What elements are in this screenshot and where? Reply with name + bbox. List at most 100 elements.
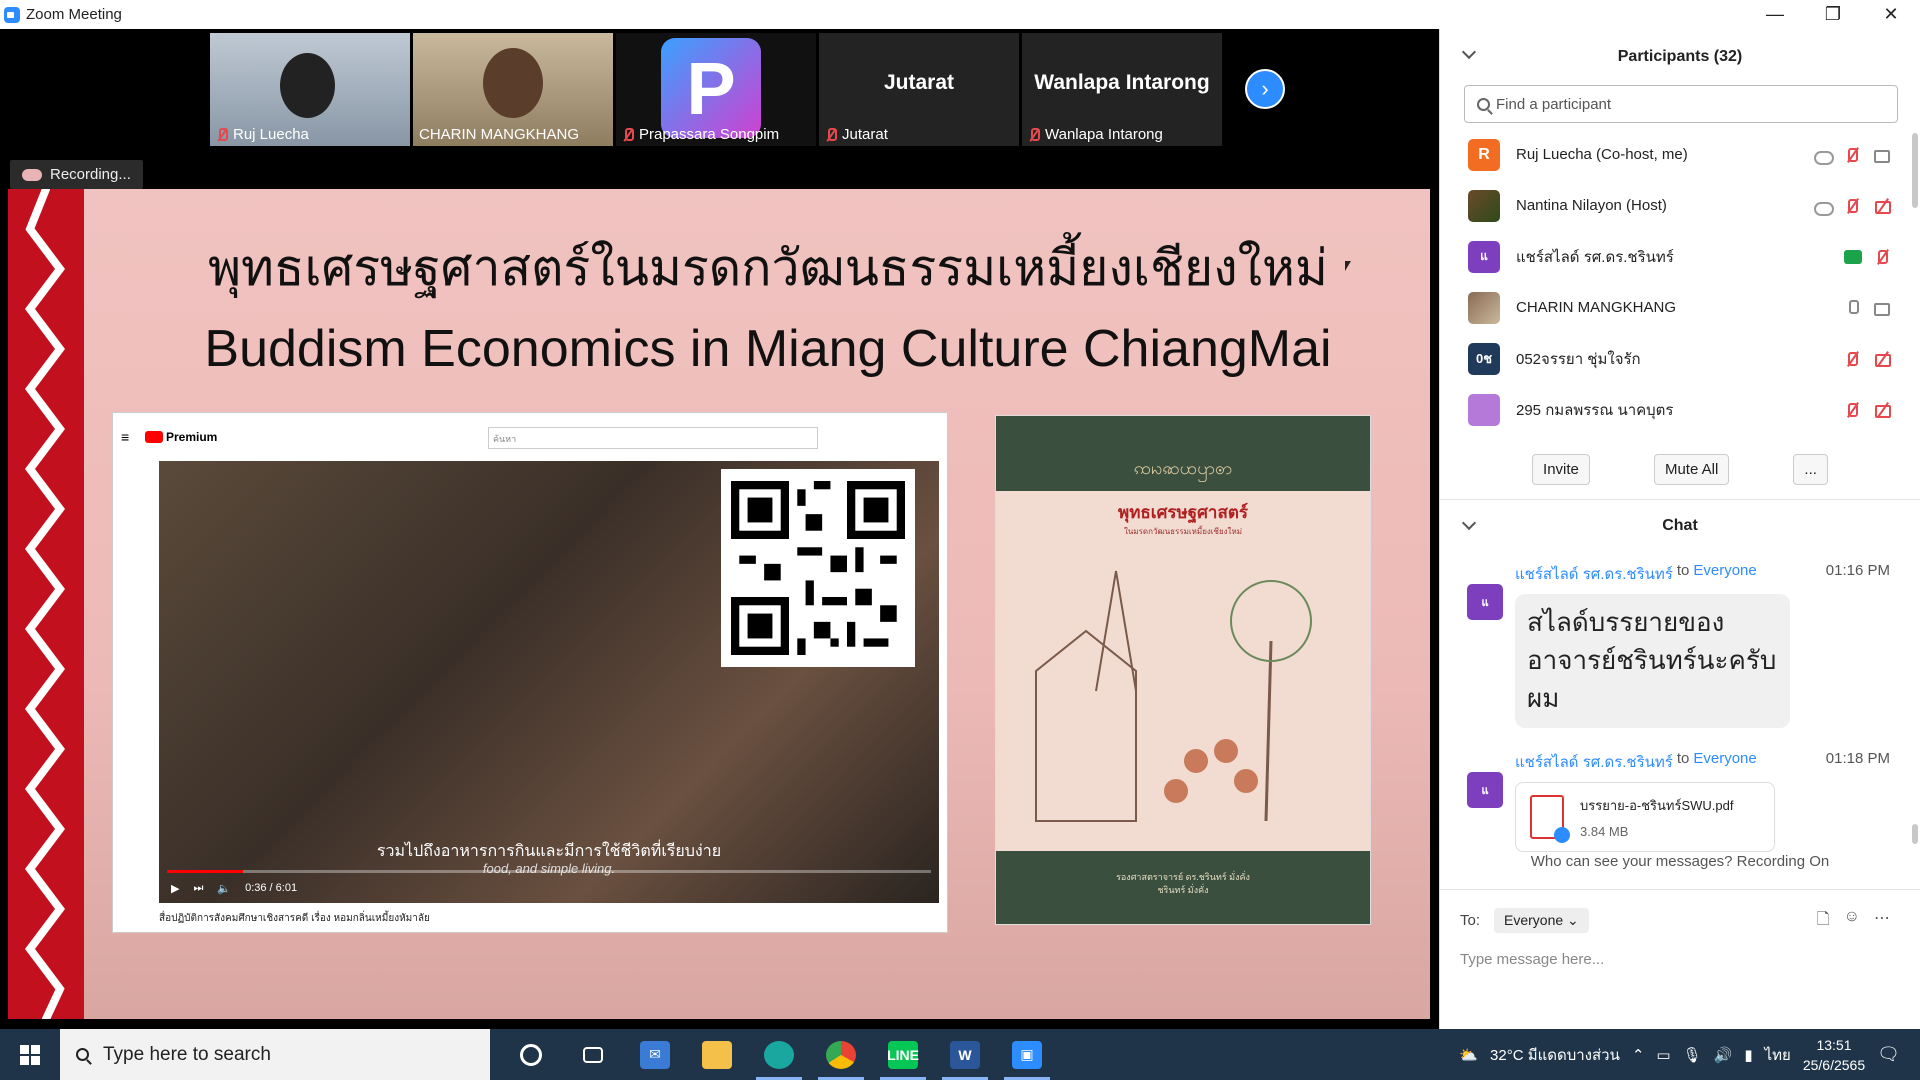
zoom-app-icon bbox=[4, 6, 20, 23]
chat-recipient-value: Everyone bbox=[1504, 912, 1564, 928]
meet-now-icon[interactable]: ▭ bbox=[1656, 1046, 1670, 1064]
zigzag-decoration bbox=[25, 189, 65, 1019]
collapse-chevron-icon[interactable] bbox=[1461, 515, 1477, 531]
slide-decoration bbox=[8, 189, 84, 1019]
participant-row[interactable]: 0ช 052จรรยา ชุ่มใจรัก bbox=[1440, 333, 1920, 384]
close-button[interactable]: ✕ bbox=[1862, 0, 1920, 29]
video-tile[interactable]: P Prapassara Songpim bbox=[616, 33, 816, 146]
book-author-line2: ชรินทร์ มั่งคั่ง bbox=[1157, 885, 1209, 895]
collapse-chevron-icon[interactable] bbox=[1461, 44, 1477, 60]
window-controls: — ❐ ✕ bbox=[1746, 0, 1920, 29]
book-top-script: ꩡꩢꩣꩤꩥꩦ bbox=[1133, 458, 1233, 478]
word-icon[interactable]: W bbox=[934, 1029, 996, 1080]
participant-row[interactable]: แ แชร์สไลด์ รศ.ดร.ชรินทร์ bbox=[1440, 231, 1920, 282]
start-button[interactable] bbox=[0, 1029, 60, 1080]
video-tile[interactable]: Wanlapa Intarong Wanlapa Intarong bbox=[1022, 33, 1222, 146]
minimize-button[interactable]: — bbox=[1746, 0, 1804, 29]
next-page-icon[interactable]: › bbox=[1245, 69, 1285, 109]
chat-message-input[interactable]: Type message here... bbox=[1460, 951, 1900, 968]
mic-muted-icon[interactable] bbox=[1844, 198, 1862, 214]
slide-thai-title: พุทธเศรษฐศาสตร์ในมรดกวัฒนธรรมเหมี้ยงเชีย… bbox=[208, 239, 1328, 297]
weather-text[interactable]: 32°C มีแดดบางส่วน bbox=[1490, 1043, 1620, 1067]
avatar: แ bbox=[1467, 772, 1503, 808]
side-panel: Participants (32) Find a participant R R… bbox=[1439, 29, 1920, 1029]
recording-indicator[interactable]: Recording... bbox=[10, 160, 143, 189]
youtube-search-box: ค้นหา bbox=[488, 427, 818, 449]
mic-muted-icon[interactable] bbox=[1874, 249, 1892, 265]
chat-file-attachment[interactable]: บรรยาย-อ-ชรินทร์SWU.pdf 3.84 MB bbox=[1515, 782, 1775, 852]
chevron-up-icon[interactable]: ⌃ bbox=[1632, 1046, 1645, 1064]
edge-icon[interactable] bbox=[748, 1029, 810, 1080]
recording-label: Recording... bbox=[50, 166, 131, 183]
meeting-stage: Ruj Luecha CHARIN MANGKHANG P Prapassara… bbox=[0, 29, 1439, 1029]
chat-sender[interactable]: แชร์สไลด์ รศ.ดร.ชรินทร์ bbox=[1515, 562, 1673, 586]
mic-muted-icon bbox=[825, 127, 837, 142]
participant-row[interactable]: CHARIN MANGKHANG bbox=[1440, 282, 1920, 333]
chat-scrollbar[interactable] bbox=[1912, 824, 1918, 844]
microphone-icon[interactable]: 🎙 bbox=[1683, 1046, 1702, 1064]
video-off-icon[interactable] bbox=[1874, 198, 1892, 214]
chat-recipient[interactable]: Everyone bbox=[1693, 562, 1756, 586]
zoom-icon[interactable]: ▣ bbox=[996, 1029, 1058, 1080]
cortana-icon[interactable] bbox=[500, 1029, 562, 1080]
avatar bbox=[1468, 189, 1500, 222]
video-tile[interactable]: CHARIN MANGKHANG bbox=[413, 33, 613, 146]
who-can-see-link[interactable]: Who can see your messages? Recording On bbox=[1440, 853, 1920, 870]
participant-search-input[interactable]: Find a participant bbox=[1464, 85, 1898, 123]
tile-name: CHARIN MANGKHANG bbox=[419, 126, 580, 143]
chat-to-label: To: bbox=[1460, 912, 1481, 929]
video-icon[interactable] bbox=[1874, 300, 1892, 316]
youtube-logo-text: Premium bbox=[166, 430, 218, 444]
file-icon[interactable]: 🗋 bbox=[1817, 908, 1830, 935]
avatar bbox=[1468, 291, 1500, 324]
participant-row[interactable]: Nantina Nilayon (Host) bbox=[1440, 180, 1920, 231]
shared-screen-slide: พุทธเศรษฐศาสตร์ในมรดกวัฒนธรรมเหมี้ยงเชีย… bbox=[8, 189, 1430, 1019]
battery-icon[interactable]: ▮ bbox=[1744, 1046, 1752, 1064]
play-icon: ▶ bbox=[171, 882, 180, 895]
volume-icon[interactable]: 🔊 bbox=[1714, 1046, 1733, 1064]
participant-scrollbar[interactable] bbox=[1912, 133, 1918, 208]
screen-share-icon bbox=[1844, 249, 1862, 264]
taskbar-search-box[interactable]: Type here to search bbox=[60, 1029, 490, 1080]
chat-time: 01:16 PM bbox=[1825, 562, 1890, 579]
mic-muted-icon[interactable] bbox=[1844, 351, 1862, 367]
mic-muted-icon[interactable] bbox=[1844, 147, 1862, 163]
language-indicator[interactable]: ไทย bbox=[1765, 1043, 1791, 1067]
chat-message: แ แชร์สไลด์ รศ.ดร.ชรินทร์ to Everyone 01… bbox=[1440, 750, 1920, 852]
line-icon[interactable]: LINE bbox=[872, 1029, 934, 1080]
taskbar-apps: ✉ LINE W ▣ bbox=[500, 1029, 1058, 1080]
clock-time: 13:51 bbox=[1816, 1036, 1852, 1053]
video-tile[interactable]: Ruj Luecha bbox=[210, 33, 410, 146]
more-icon[interactable]: ⋯ bbox=[1874, 908, 1890, 935]
cloud-recording-icon bbox=[22, 168, 42, 181]
restore-button[interactable]: ❐ bbox=[1804, 0, 1862, 29]
task-view-icon[interactable] bbox=[562, 1029, 624, 1080]
youtube-play-icon bbox=[145, 431, 163, 443]
participant-name: 052จรรยา ชุ่มใจรัก bbox=[1516, 350, 1641, 368]
participant-row[interactable]: 295 กมลพรรณ นาคบุตร bbox=[1440, 384, 1920, 435]
participant-row[interactable]: R Ruj Luecha (Co-host, me) bbox=[1440, 129, 1920, 180]
youtube-video-frame: รวมไปถึงอาหารการกินและมีการใช้ชีวิตที่เร… bbox=[159, 461, 939, 903]
video-icon[interactable] bbox=[1874, 147, 1892, 163]
invite-button[interactable]: Invite bbox=[1532, 453, 1590, 485]
chat-sender[interactable]: แชร์สไลด์ รศ.ดร.ชรินทร์ bbox=[1515, 750, 1673, 774]
video-off-icon[interactable] bbox=[1874, 402, 1892, 418]
notification-icon[interactable]: 🗨 bbox=[1877, 1044, 1900, 1065]
chat-recipient-dropdown[interactable]: Everyone ⌄ bbox=[1494, 908, 1589, 933]
emoji-icon[interactable]: ☺ bbox=[1844, 908, 1860, 935]
chat-recipient[interactable]: Everyone bbox=[1693, 750, 1756, 774]
window-title: Zoom Meeting bbox=[26, 6, 122, 23]
more-options-button[interactable]: ... bbox=[1793, 453, 1828, 485]
mic-muted-icon[interactable] bbox=[1844, 402, 1862, 418]
book-author: รองศาสตราจารย์ ดร.ชรินทร์ มั่งคั่ง ชรินทร… bbox=[996, 871, 1370, 897]
chat-time: 01:18 PM bbox=[1825, 750, 1890, 767]
cloud-icon bbox=[1814, 147, 1834, 165]
mute-all-button[interactable]: Mute All bbox=[1653, 453, 1730, 485]
mail-icon[interactable]: ✉ bbox=[624, 1029, 686, 1080]
mic-icon[interactable] bbox=[1844, 299, 1862, 316]
video-off-icon[interactable] bbox=[1874, 351, 1892, 367]
file-explorer-icon[interactable] bbox=[686, 1029, 748, 1080]
chrome-icon[interactable] bbox=[810, 1029, 872, 1080]
video-tile[interactable]: Jutarat Jutarat bbox=[819, 33, 1019, 146]
clock[interactable]: 13:51 25/6/2565 bbox=[1803, 1035, 1865, 1075]
